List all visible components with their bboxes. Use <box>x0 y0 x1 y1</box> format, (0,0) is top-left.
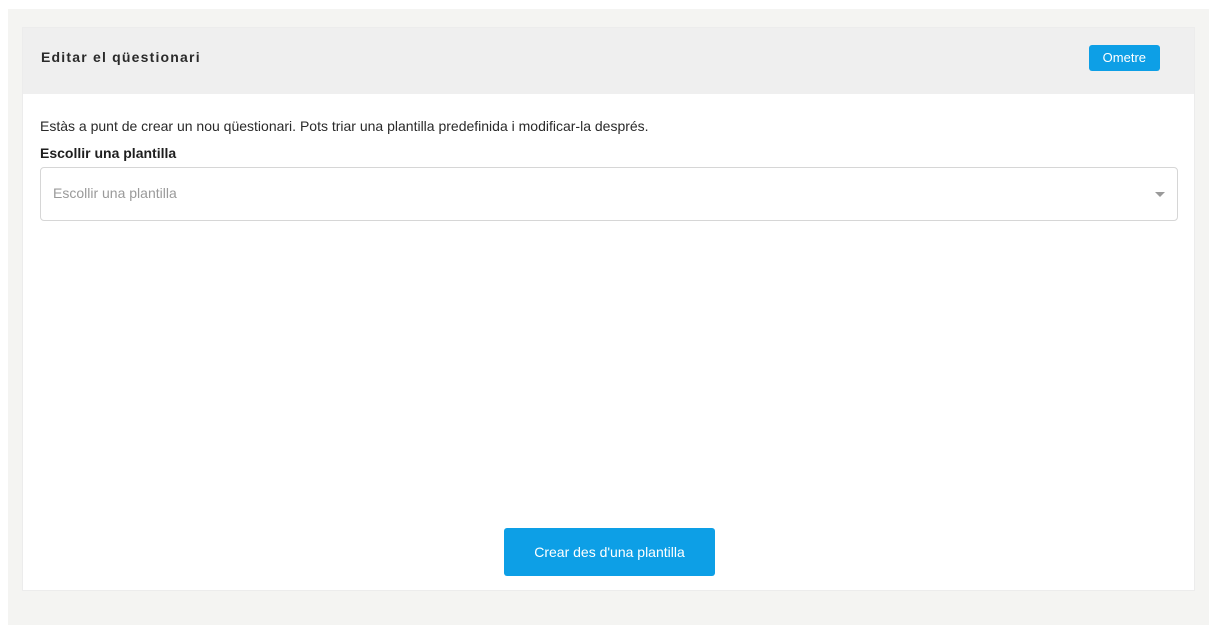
caret-down-icon <box>1155 192 1165 197</box>
template-field-label: Escollir una plantilla <box>40 145 177 161</box>
panel-title: Editar el qüestionari <box>41 49 201 65</box>
questionnaire-editor-panel: Editar el qüestionari Ometre Estàs a pun… <box>22 27 1195 591</box>
skip-button[interactable]: Ometre <box>1088 45 1160 71</box>
panel-header: Editar el qüestionari Ometre <box>23 28 1194 94</box>
page-background: Editar el qüestionari Ometre Estàs a pun… <box>8 9 1209 625</box>
intro-text: Estàs a punt de crear un nou qüestionari… <box>40 118 649 134</box>
create-from-template-button[interactable]: Crear des d'una plantilla <box>504 528 715 576</box>
template-select-placeholder: Escollir una plantilla <box>53 185 177 201</box>
template-select[interactable]: Escollir una plantilla <box>40 167 1178 221</box>
